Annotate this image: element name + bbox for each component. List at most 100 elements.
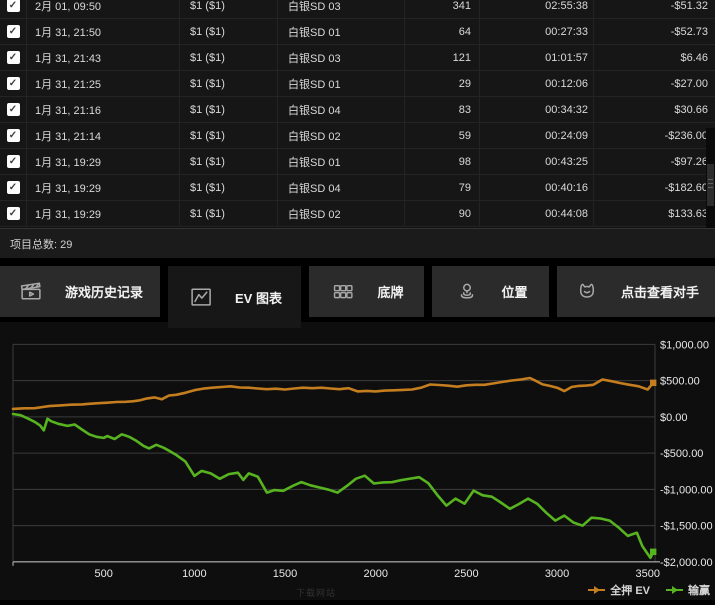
tab-label: EV 图表: [235, 288, 282, 307]
session-table-body: ✓2月 01, 09:50$1 ($1)白银SD 0334102:55:38-$…: [0, 0, 715, 227]
table-row[interactable]: ✓1月 31, 21:16$1 ($1)白银SD 048300:34:32$30…: [0, 97, 715, 123]
row-checkbox[interactable]: ✓: [7, 103, 20, 116]
session-stakes: $1 ($1): [180, 97, 278, 122]
session-stakes: $1 ($1): [180, 45, 278, 70]
tab-label: 位置: [501, 282, 527, 301]
session-game: 白银SD 04: [278, 175, 405, 200]
row-checkbox-cell: ✓: [0, 45, 27, 70]
svg-text:-$2,000.00: -$2,000.00: [660, 557, 713, 569]
tab-ev-chart[interactable]: EV 图表: [168, 266, 301, 328]
table-scrollbar-thumb[interactable]: [707, 164, 714, 206]
table-row[interactable]: ✓1月 31, 19:29$1 ($1)白银SD 019800:43:25-$9…: [0, 149, 715, 175]
row-checkbox[interactable]: ✓: [7, 129, 20, 142]
legend-item-winnings[interactable]: 输赢: [666, 582, 710, 598]
row-checkbox-cell: ✓: [0, 0, 27, 18]
svg-text:$500.00: $500.00: [660, 376, 700, 388]
svg-text:3000: 3000: [545, 568, 569, 580]
total-items-label: 项目总数: 29: [10, 236, 72, 252]
table-row[interactable]: ✓1月 31, 21:43$1 ($1)白银SD 0312101:01:57$6…: [0, 45, 715, 71]
row-checkbox-cell: ✓: [0, 19, 27, 44]
row-checkbox[interactable]: ✓: [7, 181, 20, 194]
winnings-series-marker: [666, 585, 683, 595]
session-date: 1月 31, 21:25: [27, 71, 180, 96]
tab-label: 底牌: [377, 282, 403, 301]
ev-chart-panel: $1,000.00$500.00$0.00-$500.00-$1,000.00-…: [0, 322, 715, 600]
session-result: $133.63: [594, 201, 715, 226]
ev-chart-svg: $1,000.00$500.00$0.00-$500.00-$1,000.00-…: [0, 322, 715, 600]
session-date: 1月 31, 19:29: [27, 175, 180, 200]
session-stakes: $1 ($1): [180, 123, 278, 148]
row-checkbox-cell: ✓: [0, 71, 27, 96]
row-checkbox[interactable]: ✓: [7, 51, 20, 64]
svg-text:1500: 1500: [273, 568, 297, 580]
session-stakes: $1 ($1): [180, 19, 278, 44]
tab-hole-cards[interactable]: 底牌: [309, 266, 424, 317]
session-game: 白银SD 01: [278, 71, 405, 96]
svg-text:-$1,000.00: -$1,000.00: [660, 484, 713, 496]
location-pin-icon: [453, 278, 481, 306]
session-game: 白银SD 04: [278, 97, 405, 122]
row-checkbox[interactable]: ✓: [7, 77, 20, 90]
svg-text:-$1,500.00: -$1,500.00: [660, 521, 713, 533]
session-date: 2月 01, 09:50: [27, 0, 180, 18]
session-stakes: $1 ($1): [180, 149, 278, 174]
session-duration: 00:27:33: [480, 19, 594, 44]
session-stakes: $1 ($1): [180, 0, 278, 18]
session-hands: 29: [405, 71, 480, 96]
table-scrollbar[interactable]: [706, 128, 715, 229]
legend-item-ev[interactable]: 全押 EV: [588, 582, 650, 598]
svg-text:1000: 1000: [182, 568, 206, 580]
legend-label: 全押 EV: [610, 582, 650, 598]
session-date: 1月 31, 21:14: [27, 123, 180, 148]
session-hands: 98: [405, 149, 480, 174]
session-game: 白银SD 03: [278, 0, 405, 18]
session-hands: 341: [405, 0, 480, 18]
session-date: 1月 31, 21:16: [27, 97, 180, 122]
session-duration: 00:34:32: [480, 97, 594, 122]
table-row[interactable]: ✓1月 31, 21:14$1 ($1)白银SD 025900:24:09-$2…: [0, 123, 715, 149]
table-row[interactable]: ✓1月 31, 21:50$1 ($1)白银SD 016400:27:33-$5…: [0, 19, 715, 45]
session-duration: 00:44:08: [480, 201, 594, 226]
row-checkbox-cell: ✓: [0, 123, 27, 148]
session-duration: 02:55:38: [480, 0, 594, 18]
session-result: -$27.00: [594, 71, 715, 96]
row-checkbox-cell: ✓: [0, 175, 27, 200]
chart-legend: 全押 EV 输赢: [588, 582, 710, 598]
row-checkbox[interactable]: ✓: [7, 207, 20, 220]
tab-label: 游戏历史记录: [65, 282, 143, 301]
session-result: -$52.73: [594, 19, 715, 44]
svg-text:2000: 2000: [363, 568, 387, 580]
session-hands: 79: [405, 175, 480, 200]
session-result: -$236.00: [594, 123, 715, 148]
table-row[interactable]: ✓1月 31, 21:25$1 ($1)白银SD 012900:12:06-$2…: [0, 71, 715, 97]
row-checkbox[interactable]: ✓: [7, 25, 20, 38]
session-table: ✓2月 01, 09:50$1 ($1)白银SD 0334102:55:38-$…: [0, 0, 715, 228]
table-row[interactable]: ✓2月 01, 09:50$1 ($1)白银SD 0334102:55:38-$…: [0, 0, 715, 19]
session-game: 白银SD 01: [278, 149, 405, 174]
ev-series-marker: [588, 585, 605, 595]
session-game: 白银SD 02: [278, 201, 405, 226]
svg-text:$1,000.00: $1,000.00: [660, 339, 709, 351]
tab-position[interactable]: 位置: [432, 266, 549, 317]
tab-view-opponents[interactable]: 点击查看对手: [557, 266, 715, 317]
session-hands: 59: [405, 123, 480, 148]
grid-icon: [329, 278, 357, 306]
table-row[interactable]: ✓1月 31, 19:29$1 ($1)白银SD 047900:40:16-$1…: [0, 175, 715, 201]
session-hands: 121: [405, 45, 480, 70]
tab-label: 点击查看对手: [621, 282, 699, 301]
row-checkbox[interactable]: ✓: [7, 155, 20, 168]
legend-label: 输赢: [688, 582, 710, 598]
session-duration: 00:24:09: [480, 123, 594, 148]
session-date: 1月 31, 21:43: [27, 45, 180, 70]
row-checkbox[interactable]: ✓: [7, 0, 20, 12]
session-stakes: $1 ($1): [180, 201, 278, 226]
table-row[interactable]: ✓1月 31, 19:29$1 ($1)白银SD 029000:44:08$13…: [0, 201, 715, 227]
session-game: 白银SD 01: [278, 19, 405, 44]
tab-game-history[interactable]: 游戏历史记录: [0, 266, 160, 317]
session-hands: 83: [405, 97, 480, 122]
session-hands: 64: [405, 19, 480, 44]
line-chart-icon: [187, 283, 215, 311]
svg-text:2500: 2500: [454, 568, 478, 580]
svg-text:-$500.00: -$500.00: [660, 448, 703, 460]
clapperboard-icon: [17, 278, 45, 306]
